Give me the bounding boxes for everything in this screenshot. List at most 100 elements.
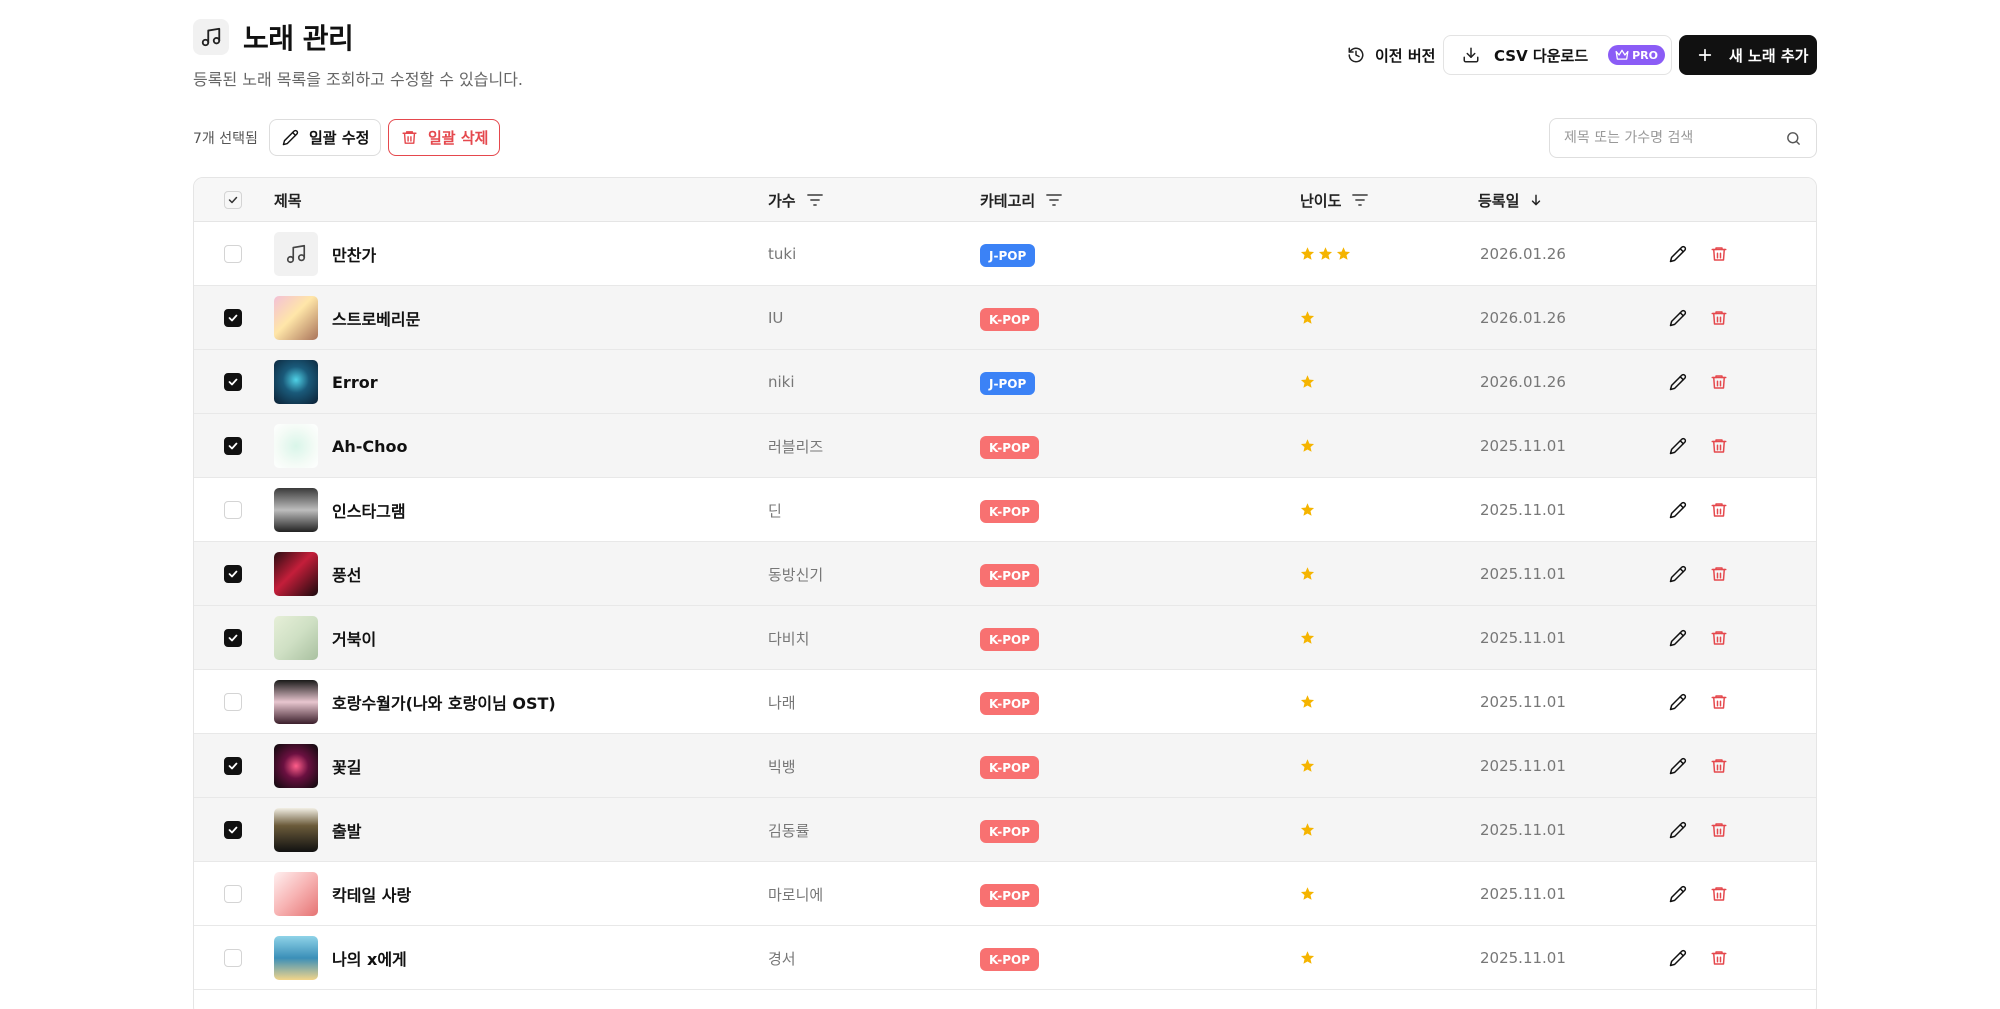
table-row[interactable]: 꽃길 빅뱅 K-POP 2025.11.01 bbox=[194, 734, 1816, 798]
row-checkbox[interactable] bbox=[224, 757, 242, 775]
edit-icon[interactable] bbox=[1669, 949, 1687, 967]
table-row[interactable]: 출발 김동률 K-POP 2025.11.01 bbox=[194, 798, 1816, 862]
album-cover bbox=[274, 552, 318, 596]
bulk-edit-button[interactable]: 일괄 수정 bbox=[269, 119, 381, 156]
column-header-title[interactable]: 제목 bbox=[274, 178, 302, 222]
table-row[interactable]: 나의 x에게 경서 K-POP 2025.11.01 bbox=[194, 926, 1816, 990]
table-row[interactable]: 스트로베리문 IU K-POP 2026.01.26 bbox=[194, 286, 1816, 350]
delete-icon[interactable] bbox=[1710, 373, 1728, 391]
table-row[interactable]: Error niki J-POP 2026.01.26 bbox=[194, 350, 1816, 414]
difficulty-stars bbox=[1300, 246, 1351, 261]
song-title: 만찬가 bbox=[332, 246, 377, 265]
song-artist: 딘 bbox=[768, 501, 782, 520]
album-cover bbox=[274, 936, 318, 980]
previous-version-button[interactable]: 이전 버전 bbox=[1333, 35, 1441, 75]
edit-icon[interactable] bbox=[1669, 565, 1687, 583]
delete-icon[interactable] bbox=[1710, 693, 1728, 711]
row-checkbox[interactable] bbox=[224, 437, 242, 455]
edit-icon[interactable] bbox=[1669, 501, 1687, 519]
page-title: 노래 관리 bbox=[243, 22, 354, 55]
delete-icon[interactable] bbox=[1710, 245, 1728, 263]
song-title: Error bbox=[332, 372, 378, 392]
star-icon bbox=[1318, 247, 1333, 260]
category-badge: K-POP bbox=[980, 308, 1040, 331]
trash-icon bbox=[402, 131, 417, 144]
column-header-artist[interactable]: 가수 bbox=[768, 178, 824, 222]
add-song-button[interactable]: 새 노래 추가 bbox=[1679, 35, 1817, 75]
edit-icon[interactable] bbox=[1669, 373, 1687, 391]
registered-date: 2025.11.01 bbox=[1480, 821, 1566, 839]
csv-download-button[interactable]: CSV 다운로드 PRO bbox=[1443, 35, 1672, 75]
album-cover bbox=[274, 296, 318, 340]
album-cover bbox=[274, 424, 318, 468]
row-checkbox[interactable] bbox=[224, 629, 242, 647]
song-artist: 김동률 bbox=[768, 821, 810, 840]
delete-icon[interactable] bbox=[1710, 501, 1728, 519]
pencil-icon bbox=[282, 129, 299, 146]
filter-icon[interactable] bbox=[1045, 193, 1063, 207]
song-title: 호랑수월가(나와 호랑이님 OST) bbox=[332, 694, 556, 713]
edit-icon[interactable] bbox=[1669, 245, 1687, 263]
column-header-difficulty[interactable]: 난이도 bbox=[1300, 178, 1369, 222]
table-row[interactable]: 만찬가 tuki J-POP 2026.01.26 bbox=[194, 222, 1816, 286]
songs-table: 제목 가수 카테고리 난이도 등록일 만찬가 tuki J-POP 2026.01.2… bbox=[193, 177, 1817, 1009]
row-checkbox[interactable] bbox=[224, 309, 242, 327]
select-all-checkbox[interactable] bbox=[224, 191, 242, 209]
category-badge: K-POP bbox=[980, 884, 1040, 907]
edit-icon[interactable] bbox=[1669, 885, 1687, 903]
delete-icon[interactable] bbox=[1710, 309, 1728, 327]
difficulty-stars bbox=[1300, 502, 1315, 517]
bulk-delete-button[interactable]: 일괄 삭제 bbox=[388, 119, 500, 156]
row-checkbox[interactable] bbox=[224, 821, 242, 839]
song-artist: niki bbox=[768, 373, 795, 391]
star-icon bbox=[1300, 247, 1315, 260]
row-checkbox[interactable] bbox=[224, 949, 242, 967]
table-row[interactable]: 인스타그램 딘 K-POP 2025.11.01 bbox=[194, 478, 1816, 542]
check-icon bbox=[228, 378, 238, 386]
delete-icon[interactable] bbox=[1710, 885, 1728, 903]
song-artist: 다비치 bbox=[768, 629, 810, 648]
table-row[interactable]: Ah-Choo 러블리즈 K-POP 2025.11.01 bbox=[194, 414, 1816, 478]
star-icon bbox=[1300, 759, 1315, 772]
edit-icon[interactable] bbox=[1669, 309, 1687, 327]
delete-icon[interactable] bbox=[1710, 949, 1728, 967]
category-badge: K-POP bbox=[980, 628, 1040, 651]
delete-icon[interactable] bbox=[1710, 437, 1728, 455]
filter-icon[interactable] bbox=[806, 193, 824, 207]
check-icon bbox=[228, 762, 238, 770]
row-checkbox[interactable] bbox=[224, 885, 242, 903]
filter-icon[interactable] bbox=[1351, 193, 1369, 207]
table-row[interactable]: 호랑수월가(나와 호랑이님 OST) 나래 K-POP 2025.11.01 bbox=[194, 670, 1816, 734]
column-header-date[interactable]: 등록일 bbox=[1478, 178, 1543, 222]
table-row[interactable]: 칵테일 사랑 마로니에 K-POP 2025.11.01 bbox=[194, 862, 1816, 926]
delete-icon[interactable] bbox=[1710, 821, 1728, 839]
table-row[interactable]: 풍선 동방신기 K-POP 2025.11.01 bbox=[194, 542, 1816, 606]
column-header-category[interactable]: 카테고리 bbox=[980, 178, 1063, 222]
edit-icon[interactable] bbox=[1669, 757, 1687, 775]
csv-download-label: CSV 다운로드 bbox=[1494, 46, 1589, 65]
song-artist: 빅뱅 bbox=[768, 757, 796, 776]
edit-icon[interactable] bbox=[1669, 437, 1687, 455]
row-checkbox[interactable] bbox=[224, 373, 242, 391]
difficulty-stars bbox=[1300, 310, 1315, 325]
star-icon bbox=[1336, 247, 1351, 260]
star-icon bbox=[1300, 823, 1315, 836]
row-checkbox[interactable] bbox=[224, 245, 242, 263]
edit-icon[interactable] bbox=[1669, 821, 1687, 839]
delete-icon[interactable] bbox=[1710, 629, 1728, 647]
add-song-label: 새 노래 추가 bbox=[1729, 46, 1809, 65]
row-checkbox[interactable] bbox=[224, 565, 242, 583]
arrow-down-icon[interactable] bbox=[1529, 193, 1543, 207]
row-checkbox[interactable] bbox=[224, 501, 242, 519]
star-icon bbox=[1300, 695, 1315, 708]
delete-icon[interactable] bbox=[1710, 565, 1728, 583]
edit-icon[interactable] bbox=[1669, 693, 1687, 711]
table-row[interactable]: 거북이 다비치 K-POP 2025.11.01 bbox=[194, 606, 1816, 670]
search-input[interactable] bbox=[1549, 118, 1817, 158]
edit-icon[interactable] bbox=[1669, 629, 1687, 647]
row-checkbox[interactable] bbox=[224, 693, 242, 711]
delete-icon[interactable] bbox=[1710, 757, 1728, 775]
album-cover bbox=[274, 808, 318, 852]
album-cover bbox=[274, 680, 318, 724]
category-badge: K-POP bbox=[980, 820, 1040, 843]
